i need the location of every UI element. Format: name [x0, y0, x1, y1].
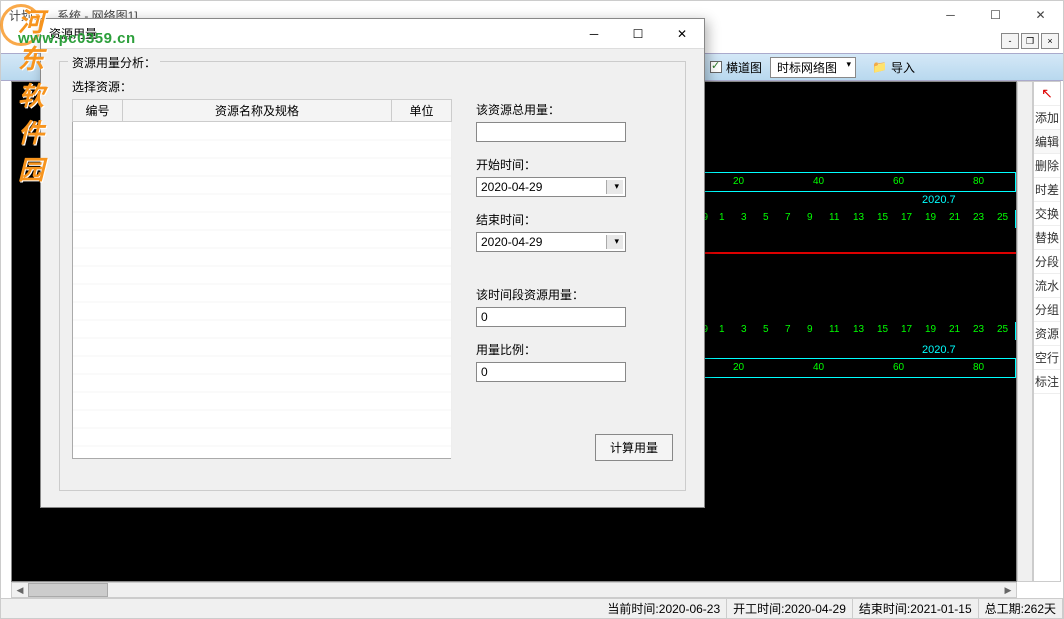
dialog-close-button[interactable]: ✕ — [660, 19, 704, 49]
right-toolbar: ↖ 添加 编辑 删除 时差 交换 替换 分段 流水 分组 资源 空行 标注 — [1033, 81, 1061, 582]
dialog-title: 资源用量 — [49, 25, 572, 42]
total-usage-input[interactable] — [476, 122, 626, 142]
main-window-controls: ─ ☐ ✕ — [928, 1, 1063, 29]
edit-tool[interactable]: 编辑 — [1034, 130, 1060, 154]
col-unit[interactable]: 单位 — [392, 100, 452, 122]
period-usage-input[interactable] — [476, 307, 626, 327]
status-duration: 总工期:262天 — [979, 599, 1063, 618]
scroll-left-icon[interactable]: ◀ — [12, 583, 28, 597]
view-mode-dropdown[interactable]: 时标网络图 — [770, 57, 856, 78]
delete-tool[interactable]: 删除 — [1034, 154, 1060, 178]
scroll-thumb[interactable] — [28, 583, 108, 597]
ruler-bottom: 20 40 60 80 — [692, 358, 1016, 378]
status-bar: 当前时间:2020-06-23 开工时间:2020-04-29 结束时间:202… — [1, 598, 1063, 618]
end-time-combo[interactable]: 2020-04-29 — [476, 232, 626, 252]
mdi-minimize-button[interactable]: - — [1001, 33, 1019, 49]
resource-table-wrap: 编号 资源名称及规格 单位 — [72, 99, 452, 461]
swap-tool[interactable]: 交换 — [1034, 202, 1060, 226]
redline — [692, 252, 1016, 254]
col-name[interactable]: 资源名称及规格 — [123, 100, 392, 122]
blankrow-tool[interactable]: 空行 — [1034, 346, 1060, 370]
scroll-right-icon[interactable]: ▶ — [1000, 583, 1016, 597]
vertical-scrollbar[interactable] — [1017, 81, 1033, 582]
group-tool[interactable]: 分组 — [1034, 298, 1060, 322]
end-time-label: 结束时间： — [476, 211, 673, 228]
folder-icon: 📁 — [872, 60, 887, 74]
status-end-time: 结束时间:2021-01-15 — [853, 599, 979, 618]
groupbox-legend: 资源用量分析： — [68, 54, 160, 71]
resource-tool[interactable]: 资源 — [1034, 322, 1060, 346]
timediff-tool[interactable]: 时差 — [1034, 178, 1060, 202]
ratio-input[interactable] — [476, 362, 626, 382]
col-id[interactable]: 编号 — [73, 100, 123, 122]
dialog-maximize-button[interactable]: ☐ — [616, 19, 660, 49]
close-button[interactable]: ✕ — [1018, 1, 1063, 29]
analysis-groupbox: 资源用量分析： 选择资源： 编号 资源名称及规格 单位 — [59, 61, 686, 491]
day-row: 29 1 3 5 7 9 11 13 15 17 19 21 23 25 — [692, 210, 1016, 228]
select-resource-label: 选择资源： — [72, 78, 673, 95]
timeline-block-1: 20 40 60 80 2020.7 29 1 3 5 7 9 11 13 15… — [692, 172, 1016, 228]
period-usage-label: 该时间段资源用量： — [476, 286, 673, 303]
ruler-top: 20 40 60 80 — [692, 172, 1016, 192]
ratio-label: 用量比例： — [476, 341, 673, 358]
resource-usage-dialog: 资源用量 ─ ☐ ✕ 资源用量分析： 选择资源： 编号 资源名称及规格 单 — [40, 18, 705, 508]
month-label: 2020.7 — [922, 344, 956, 356]
form-column: 该资源总用量： 开始时间： 2020-04-29 结束时间： 2020-04-2… — [476, 99, 673, 461]
import-button[interactable]: 导入 — [891, 59, 915, 76]
mdi-restore-button[interactable]: ❐ — [1021, 33, 1039, 49]
mdi-close-button[interactable]: × — [1041, 33, 1059, 49]
replace-tool[interactable]: 替换 — [1034, 226, 1060, 250]
start-time-label: 开始时间： — [476, 156, 673, 173]
minimize-button[interactable]: ─ — [928, 1, 973, 29]
mdi-controls: - ❐ × — [1001, 33, 1059, 49]
annotate-tool[interactable]: 标注 — [1034, 370, 1060, 394]
resource-table[interactable]: 编号 资源名称及规格 单位 — [72, 99, 452, 459]
segment-tool[interactable]: 分段 — [1034, 250, 1060, 274]
calculate-button[interactable]: 计算用量 — [595, 434, 673, 461]
view-gantt-toggle[interactable]: 横道图 — [710, 59, 762, 76]
total-usage-label: 该资源总用量： — [476, 101, 673, 118]
status-start-time: 开工时间:2020-04-29 — [727, 599, 853, 618]
month-label: 2020.7 — [922, 194, 956, 206]
add-tool[interactable]: 添加 — [1034, 106, 1060, 130]
horizontal-scrollbar[interactable]: ◀ ▶ — [11, 582, 1017, 598]
cursor-tool[interactable]: ↖ — [1034, 82, 1060, 106]
dialog-minimize-button[interactable]: ─ — [572, 19, 616, 49]
dialog-titlebar[interactable]: 资源用量 ─ ☐ ✕ — [41, 19, 704, 49]
day-row: 29 1 3 5 7 9 11 13 15 17 19 21 23 25 — [692, 322, 1016, 340]
status-current-time: 当前时间:2020-06-23 — [601, 599, 727, 618]
maximize-button[interactable]: ☐ — [973, 1, 1018, 29]
empty-rows[interactable] — [73, 122, 452, 459]
start-time-combo[interactable]: 2020-04-29 — [476, 177, 626, 197]
flow-tool[interactable]: 流水 — [1034, 274, 1060, 298]
dialog-body: 资源用量分析： 选择资源： 编号 资源名称及规格 单位 — [41, 49, 704, 503]
checkbox-icon — [710, 61, 722, 73]
timeline-block-2: 29 1 3 5 7 9 11 13 15 17 19 21 23 25 202… — [692, 322, 1016, 378]
